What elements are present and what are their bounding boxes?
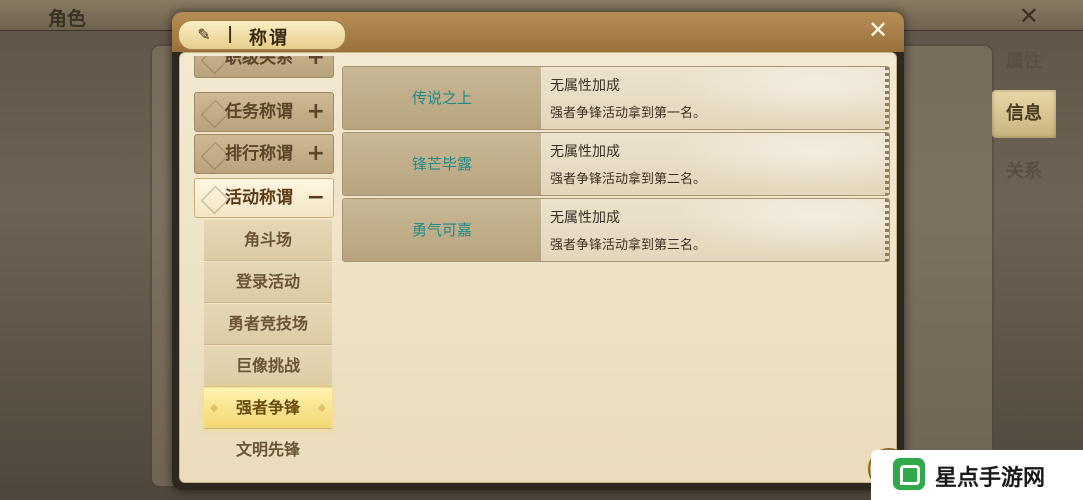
category-rank-relations[interactable]: 职级关系 + <box>194 56 334 78</box>
title-attribute: 无属性加成 <box>550 210 620 226</box>
subitem-label: 强者争锋 <box>235 398 300 417</box>
title-description: 强者争锋活动拿到第三名。 <box>550 238 707 253</box>
tab-relations[interactable]: 关系 <box>990 148 1058 196</box>
title-separator: | <box>227 24 234 44</box>
title-row[interactable]: 传说之上 无属性加成 强者争锋活动拿到第一名。 <box>342 66 890 130</box>
tab-info[interactable]: 信息 <box>992 90 1056 138</box>
dialog-title: 称谓 <box>249 28 289 49</box>
background-tabs: 属性 信息 关系 <box>990 30 1083 500</box>
category-nav[interactable]: 职级关系 + 任务称谓 + 排行称谓 + 活动称谓 − 角斗场 登录活动 勇者竞… <box>194 56 336 486</box>
subitem-colossus-challenge[interactable]: 巨像挑战 <box>204 346 332 387</box>
category-quest-titles[interactable]: 任务称谓 + <box>194 92 334 132</box>
watermark-logo-icon <box>893 458 925 490</box>
expand-icon: + <box>306 141 325 166</box>
category-label: 排行称谓 <box>225 144 293 164</box>
title-name: 勇气可嘉 <box>343 199 541 261</box>
title-attribute: 无属性加成 <box>550 144 620 160</box>
tab-attributes[interactable]: 属性 <box>990 38 1058 86</box>
close-button[interactable]: ✕ <box>866 18 890 42</box>
background-title: 角色 <box>48 8 87 30</box>
category-label: 活动称谓 <box>225 188 293 208</box>
sparkle-icon: ◆ <box>210 401 219 414</box>
category-ranking-titles[interactable]: 排行称谓 + <box>194 134 334 174</box>
title-name: 传说之上 <box>343 67 541 129</box>
expand-icon: + <box>306 99 325 124</box>
watermark: 星点手游网 <box>871 450 1083 500</box>
title-description: 强者争锋活动拿到第二名。 <box>550 172 707 187</box>
row-edge <box>885 67 889 129</box>
title-row[interactable]: 锋芒毕露 无属性加成 强者争锋活动拿到第二名。 <box>342 132 890 196</box>
subitem-login-event[interactable]: 登录活动 <box>204 262 332 303</box>
expand-icon: + <box>306 56 325 70</box>
scroll-icon: ✎ <box>197 25 211 44</box>
category-label: 任务称谓 <box>225 102 293 122</box>
dialog-title-pill: ✎ | 称谓 <box>178 20 346 50</box>
subitem-civilization-pioneer[interactable]: 文明先锋 <box>204 430 332 470</box>
subitem-hero-arena[interactable]: 勇者竞技场 <box>204 304 332 345</box>
category-event-titles[interactable]: 活动称谓 − <box>194 178 334 218</box>
sparkle-icon: ◆ <box>317 401 326 414</box>
title-name: 锋芒毕露 <box>343 133 541 195</box>
dialog-header: ✎ | 称谓 ✕ <box>172 12 904 52</box>
title-attribute: 无属性加成 <box>550 78 620 94</box>
subitem-arena[interactable]: 角斗场 <box>204 220 332 261</box>
background-close-icon[interactable]: ✕ <box>1019 2 1039 30</box>
title-row[interactable]: 勇气可嘉 无属性加成 强者争锋活动拿到第三名。 <box>342 198 890 262</box>
title-description: 强者争锋活动拿到第一名。 <box>550 106 707 121</box>
watermark-text: 星点手游网 <box>935 465 1046 491</box>
row-edge <box>885 133 889 195</box>
category-label: 职级关系 <box>225 56 293 68</box>
collapse-icon: − <box>306 185 325 210</box>
row-edge <box>885 199 889 261</box>
subitem-strongest-contest[interactable]: ◆ 强者争锋 ◆ <box>204 388 332 429</box>
